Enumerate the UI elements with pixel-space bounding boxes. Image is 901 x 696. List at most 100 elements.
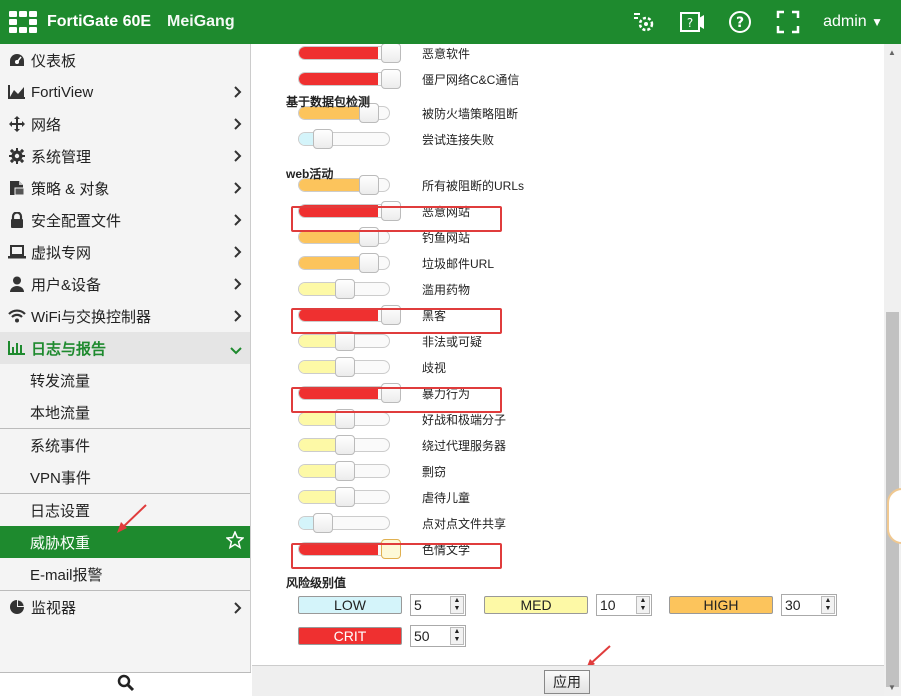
scroll-down-icon[interactable]: ▼ bbox=[888, 683, 896, 692]
nav-vpn-events[interactable]: VPN事件 bbox=[0, 461, 250, 493]
nav-user-device[interactable]: 用户&设备 bbox=[0, 268, 250, 300]
threat-row: 绕过代理服务器 bbox=[298, 432, 506, 458]
nav-monitor[interactable]: 监视器 bbox=[0, 590, 250, 623]
threat-label: 垃圾邮件URL bbox=[422, 256, 495, 271]
chevron-right-icon bbox=[234, 181, 242, 198]
help-icon[interactable]: ? bbox=[727, 9, 753, 35]
threat-level-slider[interactable] bbox=[298, 487, 390, 507]
threat-label: 滥用药物 bbox=[422, 282, 471, 297]
risk-low-input[interactable]: 5 ▲ ▼ bbox=[410, 594, 466, 616]
slider-knob[interactable] bbox=[381, 69, 401, 89]
chevron-right-icon bbox=[234, 213, 242, 230]
nav-policy-objects[interactable]: 策略 & 对象 bbox=[0, 172, 250, 204]
highlight-box bbox=[291, 543, 502, 569]
slider-fill bbox=[299, 231, 362, 243]
risk-crit-value: 50 bbox=[414, 628, 430, 644]
threat-label: 剽窃 bbox=[422, 464, 447, 479]
spinner-arrows-icon[interactable]: ▲ ▼ bbox=[450, 596, 464, 614]
nav-vpn[interactable]: 虚拟专网 bbox=[0, 236, 250, 268]
threat-level-slider[interactable] bbox=[298, 409, 390, 429]
nav-label: 网络 bbox=[31, 116, 62, 134]
chevron-right-icon bbox=[234, 245, 242, 262]
console-window-icon[interactable]: ? bbox=[679, 9, 705, 35]
fullscreen-icon[interactable] bbox=[775, 9, 801, 35]
slider-knob[interactable] bbox=[313, 129, 333, 149]
threat-level-slider[interactable] bbox=[298, 253, 390, 273]
nav-forward-traffic[interactable]: 转发流量 bbox=[0, 364, 250, 396]
hostname: MeiGang bbox=[167, 13, 235, 30]
threat-label: 僵尸网络C&C通信 bbox=[422, 72, 520, 87]
threat-level-slider[interactable] bbox=[298, 331, 390, 351]
laptop-icon bbox=[7, 243, 27, 261]
nav-system-events[interactable]: 系统事件 bbox=[0, 428, 250, 461]
floating-helper-button[interactable] bbox=[887, 488, 901, 544]
nav-label: 监视器 bbox=[31, 599, 77, 617]
section-risk-header: 风险级别值 bbox=[286, 576, 347, 590]
nav-wifi-switch[interactable]: WiFi与交换控制器 bbox=[0, 300, 250, 332]
nav-security-profiles[interactable]: 安全配置文件 bbox=[0, 204, 250, 236]
slider-fill bbox=[299, 257, 362, 269]
fortinet-logo-icon bbox=[9, 11, 37, 33]
chevron-right-icon bbox=[234, 277, 242, 294]
threat-label: 尝试连接失败 bbox=[422, 132, 495, 147]
threat-row: 虐待儿童 bbox=[298, 484, 470, 510]
threat-label: 歧视 bbox=[422, 360, 447, 375]
chevron-right-icon bbox=[234, 309, 242, 326]
threat-level-slider[interactable] bbox=[298, 461, 390, 481]
slider-knob[interactable] bbox=[335, 435, 355, 455]
threat-row: 僵尸网络C&C通信 bbox=[298, 66, 519, 92]
svg-text:?: ? bbox=[687, 16, 693, 30]
slider-knob[interactable] bbox=[335, 461, 355, 481]
nav-fortiview[interactable]: FortiView bbox=[0, 76, 250, 108]
sidebar-search[interactable] bbox=[0, 672, 251, 696]
spinner-arrows-icon[interactable]: ▲ ▼ bbox=[450, 627, 464, 645]
threat-level-slider[interactable] bbox=[298, 69, 401, 89]
threat-row: 垃圾邮件URL bbox=[298, 250, 494, 276]
spinner-arrows-icon[interactable]: ▲ ▼ bbox=[821, 596, 835, 614]
threat-level-slider[interactable] bbox=[298, 129, 390, 149]
nav-log-report[interactable]: 日志与报告 bbox=[0, 332, 250, 364]
risk-crit-label: CRIT bbox=[298, 627, 402, 645]
slider-knob[interactable] bbox=[335, 279, 355, 299]
slider-knob[interactable] bbox=[335, 487, 355, 507]
section-web-header: web活动 bbox=[286, 167, 334, 181]
threat-level-slider[interactable] bbox=[298, 435, 390, 455]
risk-high-input[interactable]: 30 ▲ ▼ bbox=[781, 594, 837, 616]
spinner-arrows-icon[interactable]: ▲ ▼ bbox=[636, 596, 650, 614]
threat-level-slider[interactable] bbox=[298, 44, 401, 63]
pie-chart-icon bbox=[7, 598, 27, 616]
nav-local-traffic[interactable]: 本地流量 bbox=[0, 396, 250, 428]
favorite-star-icon[interactable] bbox=[225, 530, 245, 553]
nav-label: 用户&设备 bbox=[31, 276, 102, 294]
slider-knob[interactable] bbox=[381, 44, 401, 63]
slider-knob[interactable] bbox=[359, 253, 379, 273]
chart-icon bbox=[7, 83, 27, 101]
nav-label: 仪表板 bbox=[31, 52, 77, 70]
slider-knob[interactable] bbox=[313, 513, 333, 533]
nav-network[interactable]: 网络 bbox=[0, 108, 250, 140]
risk-med-input[interactable]: 10 ▲ ▼ bbox=[596, 594, 652, 616]
slider-knob[interactable] bbox=[335, 331, 355, 351]
threat-label: 所有被阻断的URLs bbox=[422, 178, 525, 193]
vertical-scrollbar[interactable]: ▲ ▼ bbox=[884, 44, 901, 696]
threat-level-slider[interactable] bbox=[298, 513, 390, 533]
cli-console-icon[interactable] bbox=[631, 9, 657, 35]
scroll-up-icon[interactable]: ▲ bbox=[888, 48, 896, 57]
chevron-right-icon bbox=[234, 117, 242, 134]
risk-crit-input[interactable]: 50 ▲ ▼ bbox=[410, 625, 466, 647]
threat-level-slider[interactable] bbox=[298, 279, 390, 299]
threat-row: 剽窃 bbox=[298, 458, 446, 484]
threat-label: 好战和极端分子 bbox=[422, 412, 507, 427]
admin-menu[interactable]: admin ▼ bbox=[823, 13, 883, 31]
threat-level-slider[interactable] bbox=[298, 227, 390, 247]
apply-button[interactable]: 应用 bbox=[544, 670, 590, 694]
nav-dashboard[interactable]: 仪表板 bbox=[0, 44, 250, 76]
slider-knob[interactable] bbox=[335, 357, 355, 377]
nav-email-alert[interactable]: E-mail报警 bbox=[0, 558, 250, 590]
slider-fill bbox=[299, 73, 379, 85]
nav-label: WiFi与交换控制器 bbox=[31, 308, 151, 326]
nav-system[interactable]: 系统管理 bbox=[0, 140, 250, 172]
slider-knob[interactable] bbox=[359, 175, 379, 195]
search-icon bbox=[117, 674, 135, 695]
threat-level-slider[interactable] bbox=[298, 357, 390, 377]
